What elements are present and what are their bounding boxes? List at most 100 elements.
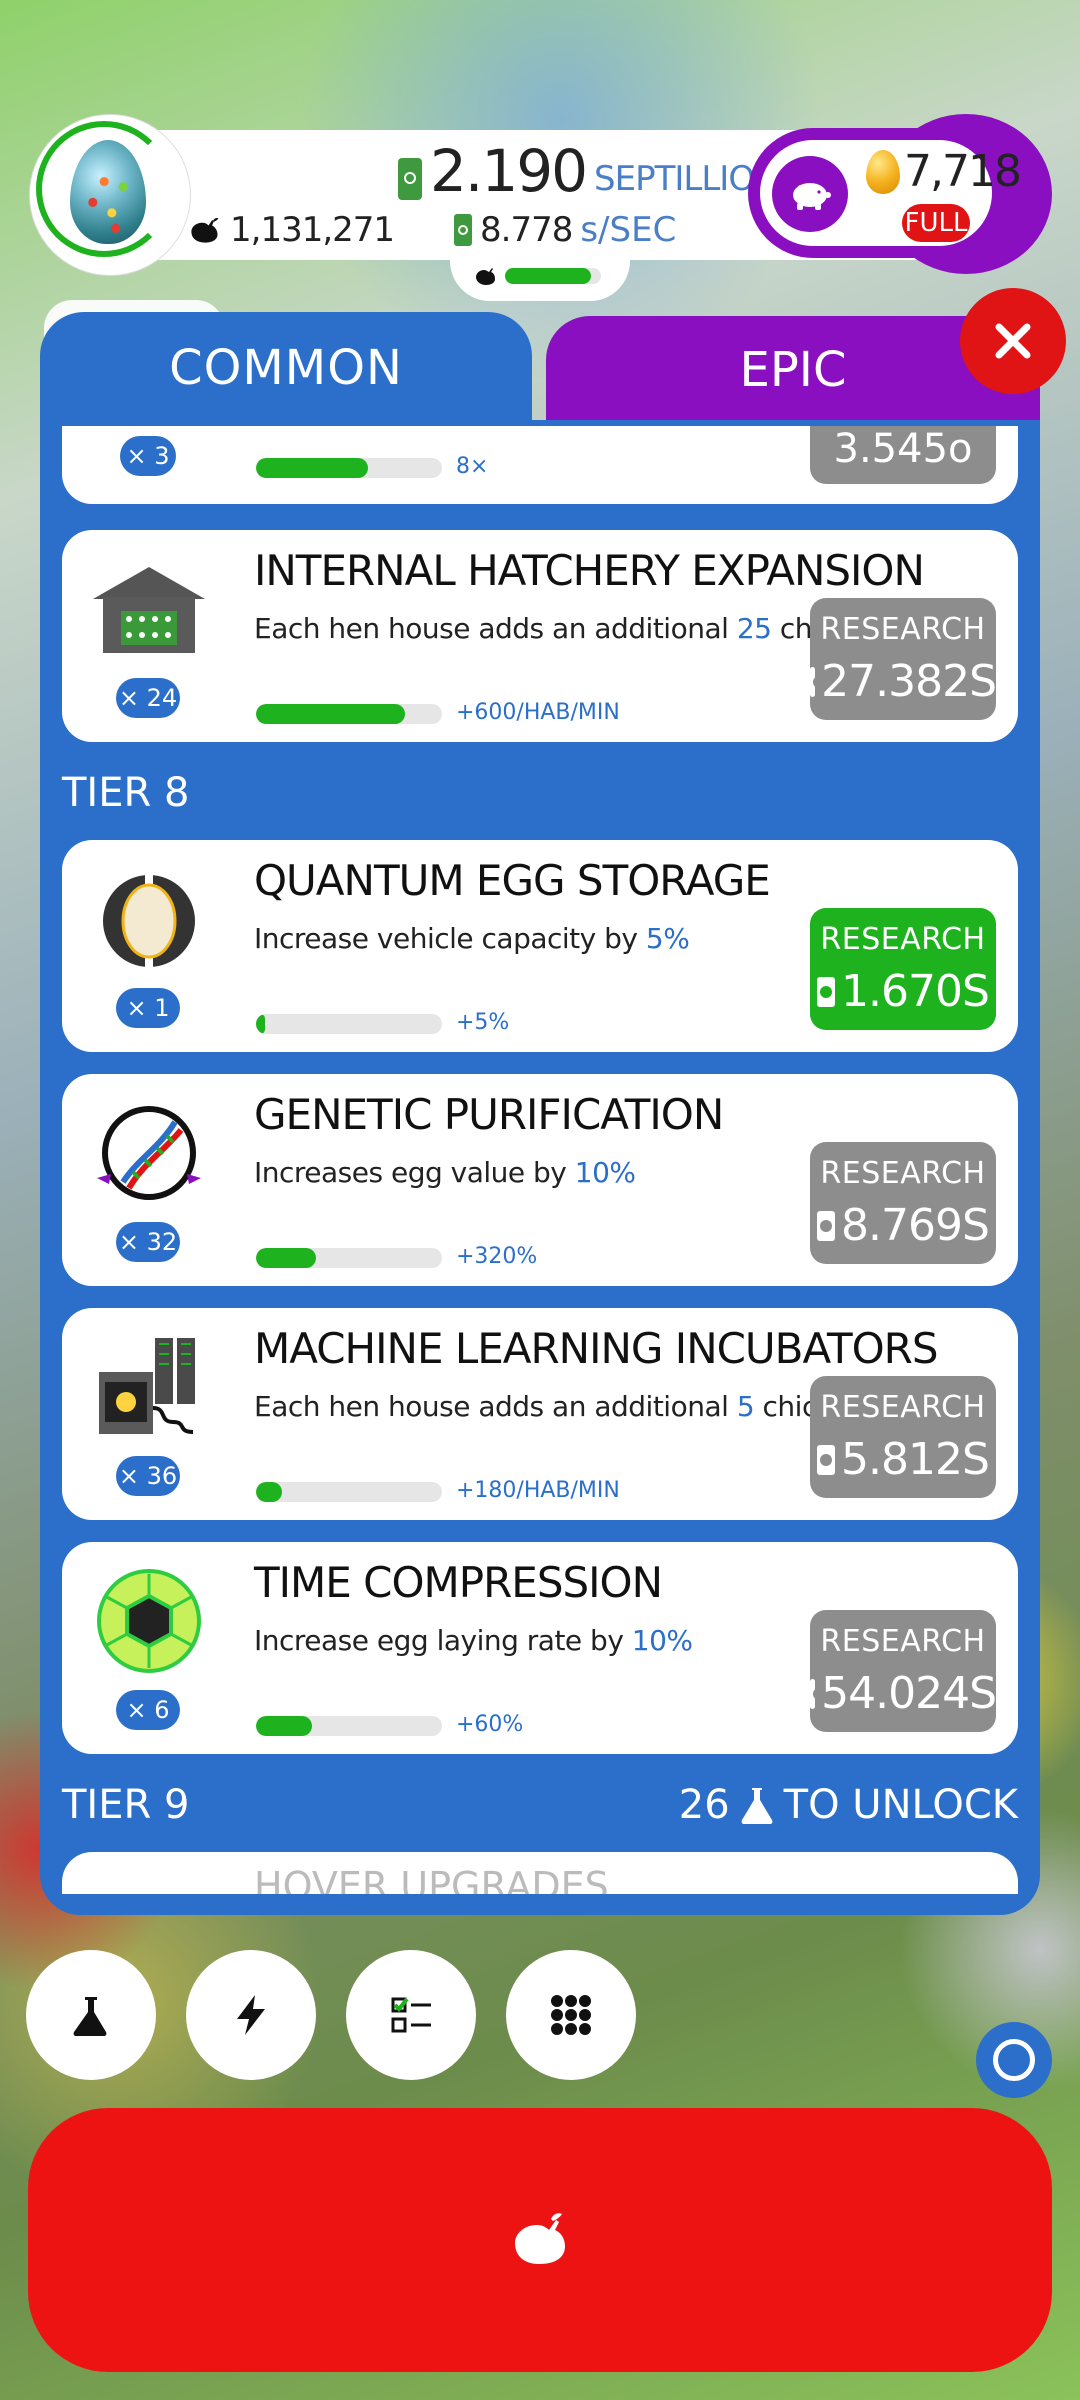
- cash-icon: [810, 1678, 826, 1709]
- effect-text: +180/HAB/MIN: [456, 1478, 620, 1503]
- hab-capacity-fill: [505, 268, 592, 284]
- piggy-bank-button[interactable]: [772, 156, 848, 232]
- effect-text: +600/HAB/MIN: [456, 700, 620, 725]
- desc-text: Each hen house adds an additional: [254, 1390, 737, 1423]
- hen-house-icon: [84, 554, 214, 664]
- cash-icon: [817, 1210, 836, 1241]
- unlock-text: TO UNLOCK: [783, 1782, 1018, 1828]
- research-description: Increase vehicle capacity by 5%: [254, 922, 690, 955]
- research-cost: 8.769S: [810, 1200, 996, 1251]
- rate-value: 8.778: [480, 210, 573, 250]
- chicken-count-value: 1,131,271: [230, 210, 395, 250]
- research-title: GENETIC PURIFICATION: [254, 1090, 724, 1139]
- research-title: TIME COMPRESSION: [254, 1558, 663, 1607]
- progress-bar: [256, 1014, 442, 1034]
- level-badge: × 24: [116, 678, 180, 718]
- research-button-label: RESEARCH: [820, 612, 986, 647]
- desc-highlight: 10%: [574, 1156, 636, 1189]
- close-button[interactable]: [960, 288, 1066, 394]
- cost-text: 1.670S: [841, 966, 990, 1017]
- golden-egg-count: 7,718: [904, 146, 1022, 197]
- missions-button[interactable]: [346, 1950, 476, 2080]
- chicken-icon: [476, 268, 495, 285]
- chicken-count: 1,131,271: [186, 208, 395, 252]
- flask-icon: [741, 1788, 773, 1824]
- research-button-label: RESEARCH: [820, 922, 986, 957]
- progress-fill: [256, 1248, 316, 1268]
- research-button-label: RESEARCH: [820, 1390, 986, 1425]
- cash-icon: [817, 1444, 836, 1475]
- camera-toggle-button[interactable]: [976, 2022, 1052, 2098]
- research-title: QUANTUM EGG STORAGE: [254, 856, 771, 905]
- research-button-label: RESEARCH: [820, 1624, 986, 1659]
- tier-unlock-requirement: 26 TO UNLOCK: [679, 1782, 1018, 1828]
- research-button-label: RESEARCH: [820, 1156, 986, 1191]
- circle-icon: [993, 2039, 1035, 2081]
- research-title: HOVER UPGRADES: [254, 1864, 609, 1894]
- desc-text: Increases egg value by: [254, 1156, 575, 1189]
- effect-text: +60%: [456, 1712, 524, 1737]
- hatch-chicken-button[interactable]: [28, 2108, 1052, 2372]
- progress-bar: [256, 704, 442, 724]
- progress-bar: [256, 1248, 442, 1268]
- chicken-icon: [515, 2213, 565, 2264]
- cash-icon: [810, 666, 826, 697]
- level-badge: × 6: [116, 1690, 180, 1730]
- research-cost: 5.812S: [810, 1434, 996, 1485]
- progress-fill: [256, 1716, 312, 1736]
- level-badge: × 36: [116, 1456, 180, 1496]
- progress-bar: [256, 458, 442, 478]
- research-button[interactable]: RESEARCH 8.769S: [810, 1142, 996, 1264]
- progress-fill: [256, 704, 405, 724]
- cash-icon: [398, 158, 422, 200]
- incubator-icon: [84, 1332, 214, 1442]
- research-card: × 36 MACHINE LEARNING INCUBATORS Each he…: [62, 1308, 1018, 1520]
- research-title: MACHINE LEARNING INCUBATORS: [254, 1324, 939, 1373]
- research-description: Increases egg value by 10%: [254, 1156, 636, 1189]
- research-card-partial: HOVER UPGRADES: [62, 1852, 1018, 1894]
- research-button[interactable]: 3.545o: [810, 426, 996, 484]
- desc-highlight: 10%: [631, 1624, 693, 1657]
- tier-label: TIER 8: [62, 770, 190, 816]
- chicken-icon: [191, 217, 219, 243]
- menu-grid-button[interactable]: [506, 1950, 636, 2080]
- lightning-icon: [237, 1995, 265, 2035]
- rate-unit: s/SEC: [580, 210, 677, 250]
- cash-icon: [454, 214, 472, 246]
- research-button[interactable]: RESEARCH 5.812S: [810, 1376, 996, 1498]
- desc-text: Increase vehicle capacity by: [254, 922, 646, 955]
- cash-rate: 8.778 s/SEC: [454, 210, 676, 250]
- cash-value: 2.190: [430, 137, 588, 205]
- research-button[interactable]: RESEARCH 54.024S: [810, 1610, 997, 1732]
- cost-text: 5.812S: [841, 1434, 990, 1485]
- effect-text: +320%: [456, 1244, 538, 1269]
- cash-display: 2.190 SEPTILLION: [398, 137, 780, 205]
- research-description: Increase egg laying rate by 10%: [254, 1624, 693, 1657]
- research-card: × 24 INTERNAL HATCHERY EXPANSION Each he…: [62, 530, 1018, 742]
- research-menu-button[interactable]: [26, 1950, 156, 2080]
- research-card: × 6 TIME COMPRESSION Increase egg laying…: [62, 1542, 1018, 1754]
- research-button[interactable]: RESEARCH 1.670S: [810, 908, 996, 1030]
- level-badge: × 32: [116, 1222, 180, 1262]
- hab-capacity-bar: [505, 268, 601, 284]
- boosts-button[interactable]: [186, 1950, 316, 2080]
- progress-bar: [256, 1716, 442, 1736]
- desc-text: Each hen house adds an additional: [254, 612, 737, 645]
- golden-egg-icon: [866, 150, 900, 194]
- piggy-bank-icon: [793, 183, 831, 210]
- research-card: × 1 QUANTUM EGG STORAGE Increase vehicle…: [62, 840, 1018, 1052]
- effect-text: +5%: [456, 1010, 510, 1035]
- cost-text: 27.382S: [821, 656, 997, 707]
- time-sphere-icon: [84, 1566, 214, 1676]
- research-button[interactable]: RESEARCH 27.382S: [810, 598, 997, 720]
- tab-common[interactable]: COMMON: [40, 312, 532, 424]
- progress-fill: [256, 1014, 266, 1034]
- level-badge: × 3: [120, 436, 176, 476]
- progress-fill: [256, 1482, 283, 1502]
- progress-fill: [256, 458, 368, 478]
- quantum-egg-icon: [84, 864, 214, 974]
- research-list[interactable]: × 3 8× 3.545o × 24 INTERNAL HATCHERY EXP…: [40, 426, 1040, 1896]
- piggy-full-badge: FULL: [902, 204, 970, 242]
- research-cost: 1.670S: [810, 966, 996, 1017]
- research-card-partial: × 3 8× 3.545o: [62, 426, 1018, 504]
